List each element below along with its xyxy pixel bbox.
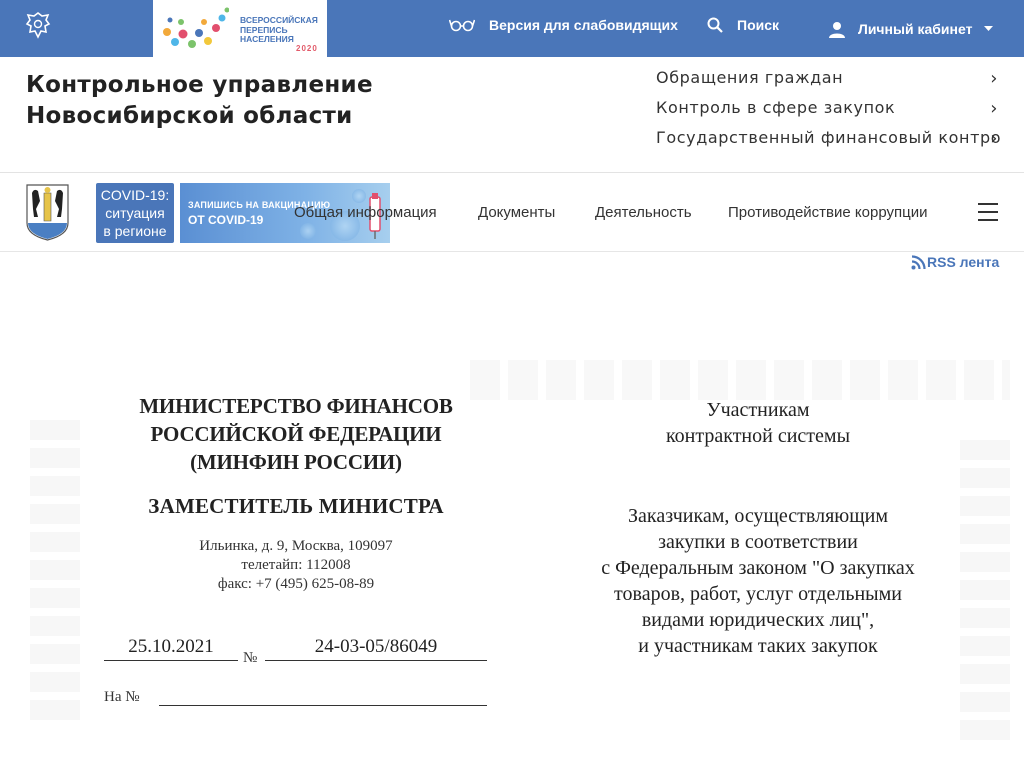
- rss-icon: [911, 254, 926, 269]
- ministry-name-line3: (МИНФИН РОССИИ): [190, 450, 402, 474]
- quick-link-procurement-control[interactable]: Контроль в сфере закупок ›: [656, 97, 1000, 127]
- deputy-minister-title: ЗАМЕСТИТЕЛЬ МИНИСТРА: [148, 494, 444, 518]
- addressee-block: Участникам контрактной системы Заказчика…: [560, 397, 956, 659]
- top-bar: ВСЕРОССИЙСКАЯ ПЕРЕПИСЬ НАСЕЛЕНИЯ 2020 Ве…: [0, 0, 1024, 57]
- header-divider: [0, 172, 1024, 173]
- letterhead: МИНИСТЕРСТВО ФИНАНСОВ РОССИЙСКОЙ ФЕДЕРАЦ…: [96, 392, 496, 594]
- search-link[interactable]: Поиск: [707, 16, 779, 34]
- cabinet-link[interactable]: Личный кабинет: [829, 20, 994, 38]
- letter-date: 25.10.2021: [104, 636, 238, 661]
- hamburger-menu-icon[interactable]: [978, 203, 998, 221]
- search-icon: [707, 17, 723, 33]
- addressee2-line: с Федеральным законом "О закупках: [601, 557, 915, 579]
- virus-icon: [300, 223, 316, 239]
- chevron-down-icon: [984, 26, 994, 31]
- quick-link-label: Обращения граждан: [656, 68, 844, 87]
- novosibirsk-coat-of-arms-icon[interactable]: [25, 183, 70, 241]
- covid-situation-banner[interactable]: COVID-19: ситуация в регионе: [96, 183, 174, 243]
- organization-title-line1: Контрольное управление: [26, 72, 373, 98]
- number-sign: №: [243, 650, 258, 666]
- addressee1-line2: контрактной системы: [665, 425, 851, 447]
- teletype-line: телетайп: 112008: [241, 557, 351, 573]
- nav-divider: [0, 251, 1024, 252]
- glasses-icon: [449, 19, 475, 32]
- document-watermark: [960, 440, 1010, 740]
- addressee2-line: и участникам таких закупок: [638, 635, 878, 657]
- addressee2-line: закупки в соответствии: [658, 531, 858, 553]
- quick-link-citizen-appeals[interactable]: Обращения граждан ›: [656, 67, 1000, 97]
- document-letter-image: МИНИСТЕРСТВО ФИНАНСОВ РОССИЙСКОЙ ФЕДЕРАЦ…: [0, 340, 1024, 768]
- addressee2: Заказчикам, осуществляющим закупки в соо…: [560, 503, 956, 659]
- nav-general-info[interactable]: Общая информация: [294, 203, 437, 223]
- russia-emblem-icon[interactable]: [24, 10, 52, 40]
- fax-line: факс: +7 (495) 625-08-89: [217, 576, 375, 592]
- search-label: Поиск: [737, 17, 780, 33]
- cabinet-label: Личный кабинет: [858, 21, 973, 37]
- header-quick-links: Обращения граждан › Контроль в сфере зак…: [656, 67, 1000, 157]
- chevron-right-icon: ›: [990, 128, 998, 149]
- addressee1-line1: Участникам: [706, 399, 810, 421]
- addressee2-line: товаров, работ, услуг отдельными: [614, 583, 902, 605]
- addressee2-line: видами юридических лиц",: [641, 609, 875, 631]
- census-year: 2020: [296, 44, 318, 53]
- chevron-right-icon: ›: [990, 68, 998, 89]
- reference-label: На №: [104, 689, 140, 705]
- nav-anti-corruption[interactable]: Противодействие коррупции: [728, 203, 927, 223]
- covid-line3: в регионе: [103, 223, 167, 239]
- ministry-name-line2: РОССИЙСКОЙ ФЕДЕРАЦИИ: [150, 422, 442, 446]
- quick-link-label: Государственный финансовый контроль: [656, 128, 1000, 147]
- reference-line: [159, 705, 487, 706]
- ministry-name-line1: МИНИСТЕРСТВО ФИНАНСОВ: [139, 394, 453, 418]
- census-text: ВСЕРОССИЙСКАЯ ПЕРЕПИСЬ НАСЕЛЕНИЯ: [240, 15, 318, 44]
- letter-number: 24-03-05/86049: [265, 636, 487, 661]
- low-vision-label: Версия для слабовидящих: [489, 17, 678, 33]
- covid-line1: COVID-19:: [100, 187, 170, 203]
- addressee2-line: Заказчикам, осуществляющим: [628, 505, 888, 527]
- low-vision-link[interactable]: Версия для слабовидящих: [449, 16, 678, 34]
- vaccine-line2: ОТ COVID-19: [188, 213, 264, 227]
- document-watermark: [30, 420, 80, 720]
- covid-line2: ситуация: [105, 205, 165, 221]
- rss-label: RSS лента: [927, 254, 1000, 270]
- nav-activity[interactable]: Деятельность: [595, 203, 692, 223]
- chevron-right-icon: ›: [990, 98, 998, 119]
- address-line: Ильинка, д. 9, Москва, 109097: [199, 538, 393, 554]
- census-banner[interactable]: ВСЕРОССИЙСКАЯ ПЕРЕПИСЬ НАСЕЛЕНИЯ 2020: [153, 0, 327, 57]
- quick-link-label: Контроль в сфере закупок: [656, 98, 896, 117]
- census-logo-icon: [163, 7, 229, 48]
- organization-title[interactable]: Контрольное управление Новосибирской обл…: [26, 70, 373, 132]
- nav-documents[interactable]: Документы: [478, 203, 555, 223]
- organization-title-line2: Новосибирской области: [26, 103, 353, 129]
- quick-link-financial-control[interactable]: Государственный финансовый контроль ›: [656, 127, 1000, 157]
- rss-feed-link[interactable]: RSS лента: [911, 253, 999, 271]
- document-watermark: [470, 360, 1010, 400]
- user-icon: [829, 21, 845, 38]
- ministry-address: Ильинка, д. 9, Москва, 109097 телетайп: …: [96, 537, 496, 594]
